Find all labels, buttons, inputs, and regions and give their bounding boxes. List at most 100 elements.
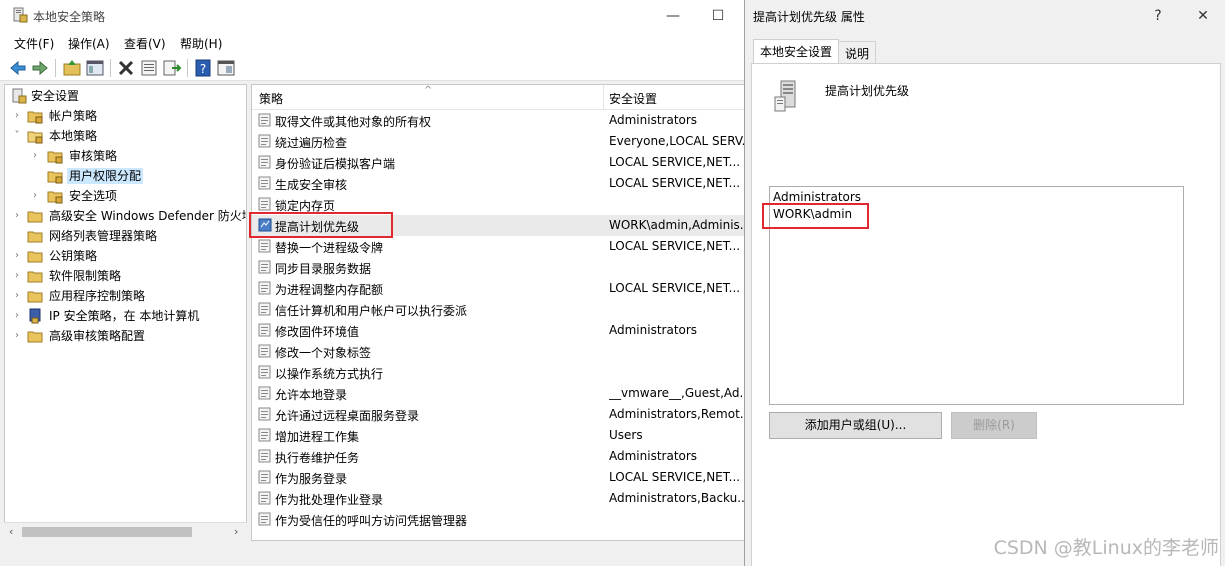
mmc-view-icon[interactable] xyxy=(216,58,236,78)
help-icon[interactable]: ? xyxy=(193,58,213,78)
list-header: 策略 ^ 安全设置 xyxy=(252,85,749,110)
table-row[interactable]: 同步目录服务数据 xyxy=(252,257,749,278)
properties-dialog: 提高计划优先级 属性 ? ✕ 本地安全设置 说明 提高计划优先级 Adminis… xyxy=(744,0,1225,566)
tree-label: 应用程序控制策略 xyxy=(49,289,146,303)
tab-local-security-setting[interactable]: 本地安全设置 xyxy=(753,39,840,64)
policy-item-icon xyxy=(258,512,271,526)
table-row[interactable]: 允许本地登录 __vmware__,Guest,Ad... xyxy=(252,383,749,404)
remove-button[interactable]: 删除(R) xyxy=(951,412,1037,439)
column-header-policy[interactable]: 策略 xyxy=(259,90,283,107)
policy-name: 信任计算机和用户帐户可以执行委派 xyxy=(275,304,468,318)
maximize-button[interactable]: ☐ xyxy=(703,4,733,28)
table-row[interactable]: 取得文件或其他对象的所有权 Administrators xyxy=(252,110,749,131)
table-row[interactable]: 作为批处理作业登录 Administrators,Backu... xyxy=(252,488,749,509)
table-row[interactable]: 生成安全审核 LOCAL SERVICE,NET... xyxy=(252,173,749,194)
tab-explain[interactable]: 说明 xyxy=(838,41,877,63)
delete-icon[interactable] xyxy=(116,58,136,78)
policy-item-icon xyxy=(258,386,271,400)
scroll-left-icon[interactable]: ‹ xyxy=(9,525,13,538)
tree-label: 安全设置 xyxy=(31,89,80,103)
table-row[interactable]: 身份验证后模拟客户端 LOCAL SERVICE,NET... xyxy=(252,152,749,173)
expand-arrow-icon[interactable]: › xyxy=(11,246,23,266)
window-title: 本地安全策略 xyxy=(33,10,106,24)
tree-label: IP 安全策略，在 本地计算机 xyxy=(49,309,200,323)
folder-open-icon xyxy=(27,131,43,144)
security-setting-value: __vmware__,Guest,Ad... xyxy=(609,386,749,400)
table-row[interactable]: 允许通过远程桌面服务登录 Administrators,Remot... xyxy=(252,404,749,425)
folder-icon xyxy=(27,251,43,263)
scroll-right-icon[interactable]: › xyxy=(234,525,238,538)
policy-item-icon xyxy=(258,470,271,484)
dialog-title: 提高计划优先级 属性 xyxy=(753,10,865,24)
security-setting-value: Users xyxy=(609,428,643,442)
dialog-help-button[interactable]: ? xyxy=(1143,4,1173,28)
column-header-setting[interactable]: 安全设置 xyxy=(609,90,657,107)
expand-arrow-icon[interactable]: › xyxy=(29,146,41,166)
table-row[interactable]: 执行卷维护任务 Administrators xyxy=(252,446,749,467)
policy-item-icon xyxy=(258,155,271,169)
menu-file[interactable]: 文件(F) xyxy=(14,35,54,52)
policy-name: 作为批处理作业登录 xyxy=(275,493,384,507)
table-row[interactable]: 增加进程工作集 Users xyxy=(252,425,749,446)
tree-label: 高级安全 Windows Defender 防火墙 xyxy=(49,209,247,223)
expand-arrow-icon[interactable]: › xyxy=(11,306,23,326)
menu-action[interactable]: 操作(A) xyxy=(68,35,110,52)
security-setting-value: Administrators xyxy=(609,113,698,127)
policy-name: 修改固件环境值 xyxy=(275,325,360,339)
expand-arrow-icon[interactable]: › xyxy=(11,286,23,306)
forward-arrow-icon[interactable] xyxy=(30,58,50,78)
policy-list-pane[interactable]: 策略 ^ 安全设置 取得文件或其他对象的所有权 Administrators 绕过遍… xyxy=(251,84,750,541)
tree-horizontal-scrollbar[interactable]: ‹ › xyxy=(4,522,247,541)
policy-item-icon xyxy=(258,428,271,442)
scrollbar-thumb[interactable] xyxy=(22,527,192,537)
tree-label: 软件限制策略 xyxy=(49,269,122,283)
expand-arrow-icon[interactable]: › xyxy=(29,186,41,206)
show-tree-icon[interactable] xyxy=(85,58,105,78)
policy-name: 生成安全审核 xyxy=(275,178,348,192)
table-row[interactable]: 修改一个对象标签 xyxy=(252,341,749,362)
tree-label: 高级审核策略配置 xyxy=(49,329,146,343)
table-row[interactable]: 信任计算机和用户帐户可以执行委派 xyxy=(252,299,749,320)
tree-pane[interactable]: 安全设置 › 帐户策略 ˅ 本地策略 › 审核策略 用户权限分配 › 安全选项 … xyxy=(4,84,247,541)
policy-item-icon xyxy=(258,281,271,295)
menu-view[interactable]: 查看(V) xyxy=(124,35,166,52)
member-item[interactable]: Administrators xyxy=(773,190,861,204)
policy-name: 绕过遍历检查 xyxy=(275,136,348,150)
up-folder-icon[interactable] xyxy=(62,58,82,78)
table-row[interactable]: 为进程调整内存配额 LOCAL SERVICE,NET... xyxy=(252,278,749,299)
ip-security-icon xyxy=(29,308,41,324)
security-setting-value: Administrators xyxy=(609,449,698,463)
collapse-arrow-icon[interactable]: ˅ xyxy=(11,126,23,146)
dialog-close-button[interactable]: ✕ xyxy=(1188,4,1218,28)
policy-name: 为进程调整内存配额 xyxy=(275,283,384,297)
table-row[interactable]: 绕过遍历检查 Everyone,LOCAL SERV... xyxy=(252,131,749,152)
table-row[interactable]: 替换一个进程级令牌 LOCAL SERVICE,NET... xyxy=(252,236,749,257)
policy-name: 以操作系统方式执行 xyxy=(275,367,384,381)
security-settings-icon xyxy=(12,88,27,104)
add-user-or-group-button[interactable]: 添加用户或组(U)... xyxy=(769,412,942,439)
policy-item-icon xyxy=(258,134,271,148)
minimize-button[interactable]: — xyxy=(658,4,688,28)
security-setting-value: Administrators,Remot... xyxy=(609,407,749,421)
menu-bar: 文件(F) 操作(A) 查看(V) 帮助(H) xyxy=(0,32,750,54)
folder-icon xyxy=(47,151,63,164)
policy-name: 取得文件或其他对象的所有权 xyxy=(275,115,432,129)
expand-arrow-icon[interactable]: › xyxy=(11,206,23,226)
menu-help[interactable]: 帮助(H) xyxy=(180,35,222,52)
expand-arrow-icon[interactable]: › xyxy=(11,326,23,346)
folder-icon xyxy=(27,211,43,223)
table-row[interactable]: 作为服务登录 LOCAL SERVICE,NET... xyxy=(252,467,749,488)
properties-icon[interactable] xyxy=(139,58,159,78)
policy-name: 身份验证后模拟客户端 xyxy=(275,157,396,171)
expand-arrow-icon[interactable]: › xyxy=(11,106,23,126)
policy-name: 执行卷维护任务 xyxy=(275,451,360,465)
policy-item-icon xyxy=(258,260,271,274)
policy-name: 修改一个对象标签 xyxy=(275,346,372,360)
tab-content: 提高计划优先级 Administrators WORK\admin 添加用户或组… xyxy=(751,63,1221,566)
table-row[interactable]: 作为受信任的呼叫方访问凭据管理器 xyxy=(252,509,749,530)
table-row[interactable]: 以操作系统方式执行 xyxy=(252,362,749,383)
expand-arrow-icon[interactable]: › xyxy=(11,266,23,286)
export-icon[interactable] xyxy=(162,58,182,78)
table-row[interactable]: 修改固件环境值 Administrators xyxy=(252,320,749,341)
back-arrow-icon[interactable] xyxy=(8,58,28,78)
